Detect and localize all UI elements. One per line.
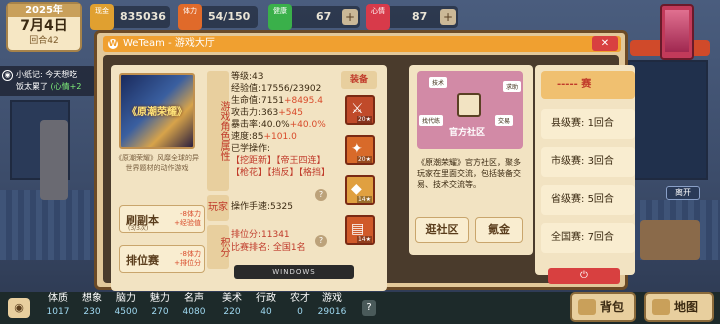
ranked-button[interactable]: 排位赛 -8体力 +排位分: [119, 245, 205, 273]
game-card: 《原潮荣耀》 《原潮荣耀》风靡全球的异世界题材的动作游戏 刷副本 (3/3次) …: [111, 65, 387, 291]
equipment-tab: 装备: [341, 71, 377, 89]
dungeon-count: (3/3次): [128, 225, 149, 232]
game-description: 《原潮荣耀》风靡全球的异世界题材的动作游戏: [115, 154, 199, 172]
bag-label: 背包: [600, 300, 625, 314]
skill-speed: 操作手速:5325: [231, 202, 293, 212]
eye-icon: ◉: [2, 70, 13, 81]
community-title: 官方社区: [449, 128, 486, 138]
cover-title: 《原潮荣耀》: [127, 107, 187, 118]
community-description: 《原潮荣耀》官方社区，聚多玩家在里面交流，包括装备交易、技术交流等。: [417, 158, 521, 189]
attr-art: 美术 220: [222, 293, 242, 317]
money-stat: 现金 835036: [90, 4, 170, 30]
attr-gaming: 游戏 29016: [317, 293, 347, 317]
date-label: 7月4日: [20, 18, 68, 34]
mood-plus-button[interactable]: +: [440, 9, 456, 25]
sword-icon[interactable]: ⚔ 20★: [345, 95, 375, 125]
tag-trade: 交易: [495, 115, 514, 126]
role-stats: 等级:43 经验值:17556/23902 生命值:7151+8495.4 攻击…: [231, 71, 351, 179]
health-value: 67: [316, 10, 332, 23]
map-button[interactable]: 地图: [644, 292, 714, 322]
dungeon-button[interactable]: 刷副本 (3/3次) -8体力 +经验值: [119, 205, 205, 233]
weteam-logo-icon: W: [108, 39, 118, 49]
community-image[interactable]: 技术 求助 找代练 交易 官方社区: [417, 71, 523, 149]
mood-value: 87: [412, 10, 428, 23]
browse-community-button[interactable]: 逛社区: [415, 217, 469, 243]
note-highlight: (心情+2: [50, 82, 82, 91]
stat-atk: 攻击力:363+545: [231, 108, 303, 118]
ranked-cost: -8体力 +排位分: [174, 250, 201, 267]
power-icon[interactable]: ⏻: [548, 268, 620, 284]
pay-button[interactable]: 氪金: [475, 217, 523, 243]
eye-icon[interactable]: ◉: [8, 298, 30, 318]
bag-icon: [578, 299, 596, 315]
stamina-value: 54/150: [208, 10, 251, 23]
tag-boost: 找代练: [419, 115, 444, 126]
dungeon-cost: -8体力 +经验值: [174, 210, 201, 227]
note-title: 小纸记:: [16, 70, 43, 79]
money-value: 835036: [120, 10, 166, 23]
attr-physique: 体质 1017: [46, 293, 70, 317]
bag-button[interactable]: 背包: [570, 292, 636, 322]
mood-icon: 心情: [366, 4, 390, 30]
score-tab: 积分: [207, 225, 229, 269]
year-label: 2025年: [8, 4, 80, 17]
money-icon: 现金: [90, 4, 114, 30]
ranked-label: 排位赛: [126, 254, 159, 267]
dialog-titlebar: W WeTeam - 游戏大厅: [103, 36, 621, 52]
stat-crit: 暴击率:40.0%+40.0%: [231, 120, 326, 130]
game-cover-image[interactable]: 《原潮荣耀》: [119, 73, 195, 149]
health-stat: 健康 67 +: [268, 4, 360, 30]
attr-farming: 农才 0: [290, 293, 310, 317]
role-attributes-tab: 游戏角色属性: [207, 71, 229, 191]
skill-list-1: 【挖距新】【帝王四连】: [231, 156, 326, 166]
help-icon[interactable]: ?: [362, 300, 376, 316]
dialog-title: WeTeam - 游戏大厅: [123, 38, 215, 49]
side-note[interactable]: ◉ 小纸记: 今天想吃 饭太累了 (心情+2: [0, 66, 98, 96]
map-icon: [652, 299, 670, 315]
tournament-header: ----- 赛: [541, 71, 635, 99]
attr-imagination: 想象 230: [82, 293, 102, 317]
windows-taskbar-label: WINDOWS: [234, 265, 354, 279]
community-icon: [457, 93, 481, 117]
turn-label: 回合42: [29, 36, 59, 46]
note-text: 今天想吃: [45, 70, 78, 79]
tournament-row[interactable]: 市级赛: 3回合: [541, 147, 635, 177]
stat-level: 等级:43: [231, 72, 264, 82]
health-plus-button[interactable]: +: [342, 9, 358, 25]
note-line2: 饭太累了: [16, 82, 48, 91]
skills-label: 已学操作:: [231, 144, 271, 154]
skill-list-2: 【枪花】【挡反】【格挡】: [231, 168, 331, 178]
crystal-icon[interactable]: ◆ 14★: [345, 175, 375, 205]
date-card: 2025年 7月4日 回合42: [6, 2, 82, 52]
map-label: 地图: [674, 300, 699, 314]
tag-tech: 技术: [429, 77, 448, 88]
mood-stat: 心情 87 +: [366, 4, 458, 30]
book-icon[interactable]: ▤ 14★: [345, 215, 375, 245]
attr-brain: 脑力 4500: [114, 293, 138, 317]
attr-admin: 行政 40: [256, 293, 276, 317]
tournament-row[interactable]: 全国赛: 7回合: [541, 223, 635, 253]
tournament-row[interactable]: 县级赛: 1回合: [541, 109, 635, 139]
community-card: 技术 求助 找代练 交易 官方社区 《原潮荣耀》官方社区，聚多玩家在里面交流，包…: [409, 65, 533, 255]
tag-help: 求助: [503, 81, 522, 92]
player-tab: 玩家: [207, 195, 229, 221]
leave-button[interactable]: 离开: [666, 186, 700, 200]
tournament-row[interactable]: 省级赛: 5回合: [541, 185, 635, 215]
fire-icon[interactable]: ✦ 20★: [345, 135, 375, 165]
tournament-card: ----- 赛 县级赛: 1回合 市级赛: 3回合 省级赛: 5回合 全国赛: …: [535, 65, 635, 275]
stat-exp: 经验值:17556/23902: [231, 84, 322, 94]
stat-speed: 速度:85+101.0: [231, 132, 297, 142]
attr-charm: 魅力 270: [150, 293, 170, 317]
stamina-icon: 体力: [178, 4, 202, 30]
phone-icon[interactable]: [660, 4, 694, 60]
attr-fame: 名声 4080: [182, 293, 206, 317]
close-icon[interactable]: ✕: [592, 36, 618, 51]
stat-hp: 生命值:7151+8495.4: [231, 96, 323, 106]
stamina-stat: 体力 54/150: [178, 4, 258, 30]
health-icon: 健康: [268, 4, 292, 30]
game-lobby-dialog: W WeTeam - 游戏大厅 ✕ 《原潮荣耀》 《原潮荣耀》风靡全球的异世界题…: [94, 30, 635, 291]
help-icon[interactable]: ?: [315, 235, 327, 247]
help-icon[interactable]: ?: [315, 189, 327, 201]
